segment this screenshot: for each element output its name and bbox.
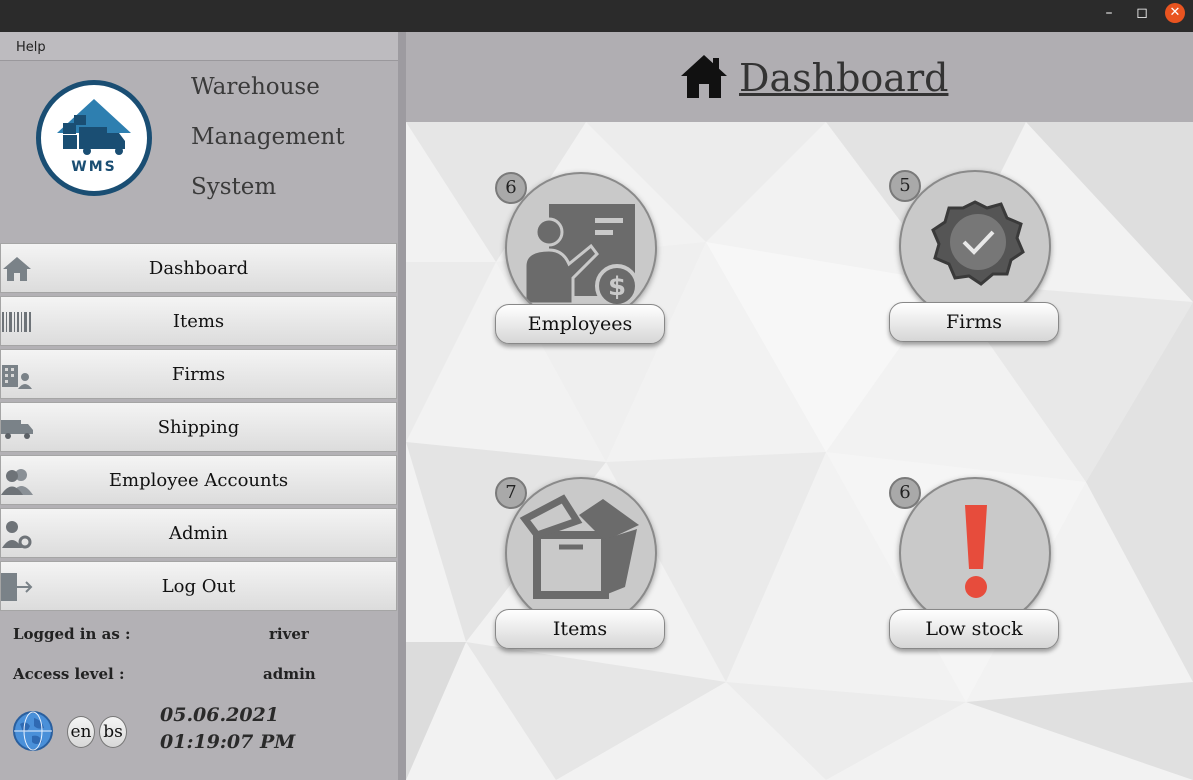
- tile-firms-label[interactable]: Firms: [889, 302, 1059, 342]
- nav-items-label: Items: [172, 310, 225, 332]
- tile-items-circle[interactable]: [505, 477, 657, 629]
- brand-line-3: System: [191, 174, 277, 200]
- tile-low-stock-count: 6: [889, 477, 921, 509]
- brand-line-1: Warehouse: [191, 74, 320, 100]
- minimize-button[interactable]: –: [1098, 0, 1120, 28]
- tile-firms[interactable]: 5 Firms: [889, 170, 1069, 350]
- logged-in-label: Logged in as :: [13, 625, 131, 643]
- globe-icon: [13, 711, 53, 751]
- tile-low-stock-circle[interactable]: [899, 477, 1051, 629]
- language-bs-button[interactable]: bs: [99, 716, 127, 748]
- logo-text: WMS: [71, 159, 116, 175]
- wms-logo: WMS: [36, 80, 152, 196]
- access-level-label: Access level :: [13, 665, 125, 683]
- svg-text:$: $: [608, 272, 626, 302]
- access-level-value: admin: [263, 665, 316, 683]
- home-icon: [3, 257, 31, 281]
- sidebar-splitter[interactable]: [398, 32, 406, 780]
- page-title: Dashboard: [739, 56, 949, 100]
- nav-employee-accounts-label: Employee Accounts: [108, 469, 289, 491]
- nav-logout-label: Log Out: [161, 575, 236, 597]
- nav-dashboard-button[interactable]: Dashboard: [0, 243, 397, 293]
- logged-in-value: river: [269, 625, 309, 643]
- dashboard-content: $ 6 Employees 5 Firms 7 Items 6 Low stoc…: [406, 122, 1193, 780]
- menu-help[interactable]: Help: [16, 40, 46, 55]
- nav-admin-label: Admin: [169, 522, 228, 544]
- nav-shipping-label: Shipping: [157, 416, 240, 438]
- tile-firms-count: 5: [889, 170, 921, 202]
- home-icon: [681, 55, 727, 98]
- language-en-button[interactable]: en: [67, 716, 95, 748]
- brand-line-2: Management: [191, 124, 345, 150]
- tile-low-stock[interactable]: 6 Low stock: [889, 477, 1069, 657]
- nav-shipping-button[interactable]: Shipping: [0, 402, 397, 452]
- nav-admin-button[interactable]: Admin: [0, 508, 397, 558]
- maximize-button[interactable]: ◻: [1131, 0, 1153, 28]
- tile-low-stock-label[interactable]: Low stock: [889, 609, 1059, 649]
- logout-icon: [1, 573, 33, 601]
- tile-items-label[interactable]: Items: [495, 609, 665, 649]
- window-titlebar: – ◻ ✕: [0, 0, 1193, 32]
- tile-items[interactable]: 7 Items: [495, 477, 675, 657]
- nav-logout-button[interactable]: Log Out: [0, 561, 397, 611]
- tile-employees[interactable]: $ 6 Employees: [495, 172, 675, 352]
- open-box-icon: [519, 494, 639, 599]
- verified-badge-icon: [931, 200, 1025, 286]
- exclamation-icon: [965, 505, 987, 598]
- employee-presentation-icon: $: [523, 204, 639, 308]
- tile-employees-circle[interactable]: $: [505, 172, 657, 324]
- users-icon: [1, 469, 33, 495]
- tile-employees-label[interactable]: Employees: [495, 304, 665, 344]
- current-date: 05.06.2021: [160, 704, 279, 726]
- close-button[interactable]: ✕: [1165, 3, 1185, 23]
- tile-firms-circle[interactable]: [899, 170, 1051, 322]
- content-header: Dashboard: [406, 32, 1193, 122]
- building-icon: [2, 365, 32, 389]
- tile-employees-count: 6: [495, 172, 527, 204]
- menu-bar: Help: [0, 32, 398, 61]
- nav-firms-button[interactable]: Firms: [0, 349, 397, 399]
- sidebar: Help WMS Warehouse Management System Das…: [0, 32, 400, 780]
- barcode-icon: [2, 312, 31, 332]
- truck-icon: [1, 420, 33, 439]
- nav-firms-label: Firms: [171, 363, 226, 385]
- nav-items-button[interactable]: Items: [0, 296, 397, 346]
- tile-items-count: 7: [495, 477, 527, 509]
- nav-employee-accounts-button[interactable]: Employee Accounts: [0, 455, 397, 505]
- current-time: 01:19:07 PM: [160, 731, 296, 753]
- nav-dashboard-label: Dashboard: [148, 257, 249, 279]
- user-gear-icon: [2, 521, 32, 549]
